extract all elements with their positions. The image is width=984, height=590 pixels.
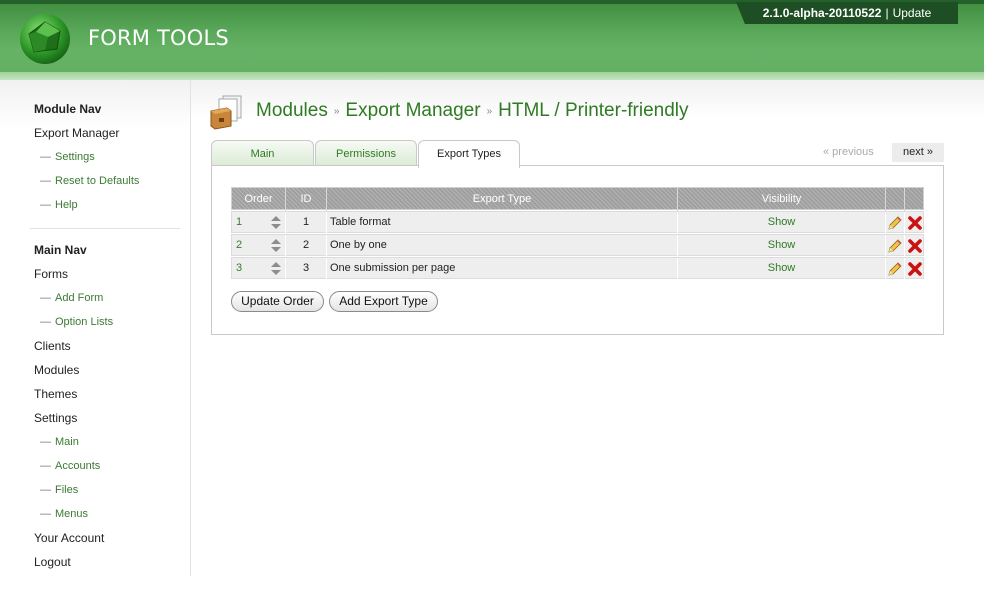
nav-menus[interactable]: — Menus: [40, 508, 88, 520]
row-id: 2: [286, 235, 327, 256]
breadcrumb-separator: »: [486, 106, 493, 117]
update-link[interactable]: Update: [893, 6, 932, 20]
table-row: 3 3 One submission per page Show: [231, 257, 924, 279]
table-row: 2 2 One by one Show: [231, 234, 924, 256]
update-order-button[interactable]: Update Order: [231, 291, 324, 312]
table-header: Order ID Export Type Visibility: [231, 187, 925, 211]
gem-logo-icon: [20, 14, 70, 64]
version-separator: |: [885, 6, 889, 20]
sort-arrows-icon[interactable]: [271, 216, 281, 229]
row-edit-cell: [886, 235, 905, 256]
header-id: ID: [286, 188, 327, 211]
row-order-cell: 3: [232, 258, 286, 279]
tab-main[interactable]: Main: [211, 140, 314, 166]
nav-files-label: Files: [55, 484, 79, 496]
logo-text: FORM TOOLS: [88, 26, 229, 50]
row-id: 1: [286, 212, 327, 233]
table-row: 1 1 Table format Show: [231, 211, 924, 233]
version-box: 2.1.0-alpha-20110522 | Update: [736, 2, 958, 24]
row-delete-cell: [905, 212, 925, 233]
breadcrumb-export-manager[interactable]: Export Manager: [345, 100, 480, 121]
row-edit-cell: [886, 258, 905, 279]
nav-reset-label: Reset to Defaults: [55, 175, 140, 187]
nav-settings[interactable]: — Settings: [40, 151, 95, 163]
tab-permissions[interactable]: Permissions: [315, 140, 417, 166]
row-visibility: Show: [678, 235, 886, 256]
header-delete: [905, 188, 925, 211]
nav-settings-label: Settings: [55, 151, 95, 163]
module-nav-heading: Module Nav: [34, 102, 102, 116]
nav-help[interactable]: — Help: [40, 199, 78, 211]
row-order-cell: 1: [232, 212, 286, 233]
pencil-edit-icon[interactable]: [887, 215, 903, 231]
red-x-delete-icon[interactable]: [907, 215, 923, 231]
row-id: 3: [286, 258, 327, 279]
pencil-edit-icon[interactable]: [887, 238, 903, 254]
nav-option-lists[interactable]: — Option Lists: [40, 316, 113, 328]
nav-files[interactable]: — Files: [40, 484, 78, 496]
nav-logout[interactable]: Logout: [34, 555, 71, 569]
sort-arrows-icon[interactable]: [271, 262, 281, 275]
header-bottom-band: [0, 72, 984, 80]
page-title: HTML / Printer-friendly: [498, 100, 689, 121]
row-export-type: One submission per page: [327, 258, 678, 279]
module-box-icon: [210, 95, 242, 130]
row-delete-cell: [905, 235, 925, 256]
row-order: 3: [236, 262, 243, 274]
row-delete-cell: [905, 258, 925, 279]
tab-export-types[interactable]: Export Types: [418, 140, 520, 168]
nav-modules[interactable]: Modules: [34, 363, 79, 377]
breadcrumb-separator: »: [333, 106, 340, 117]
nav-help-label: Help: [55, 199, 78, 211]
nav-accounts-label: Accounts: [55, 460, 101, 472]
row-edit-cell: [886, 212, 905, 233]
row-visibility: Show: [678, 258, 886, 279]
row-export-type: Table format: [327, 212, 678, 233]
row-order-cell: 2: [232, 235, 286, 256]
nav-menus-label: Menus: [55, 508, 89, 520]
row-visibility: Show: [678, 212, 886, 233]
main-nav-heading: Main Nav: [34, 243, 87, 257]
nav-settings-main[interactable]: Settings: [34, 411, 77, 425]
nav-settings-main-sub[interactable]: — Main: [40, 436, 79, 448]
pencil-edit-icon[interactable]: [887, 261, 903, 277]
nav-your-account[interactable]: Your Account: [34, 531, 104, 545]
nav-export-manager[interactable]: Export Manager: [34, 126, 119, 140]
row-order: 2: [236, 239, 243, 251]
header-edit: [886, 188, 905, 211]
pager-previous: « previous: [823, 146, 874, 158]
pager-next-button[interactable]: next »: [892, 143, 944, 162]
nav-divider: [30, 228, 180, 229]
sidebar: [0, 80, 191, 576]
nav-add-form-label: Add Form: [55, 292, 104, 304]
nav-main-label: Main: [55, 436, 79, 448]
header-visibility: Visibility: [678, 188, 886, 211]
header-order: Order: [232, 188, 286, 211]
breadcrumb-modules[interactable]: Modules: [256, 100, 328, 121]
header: FORM TOOLS 2.1.0-alpha-20110522 | Update: [0, 0, 984, 72]
breadcrumb: Modules » Export Manager » HTML / Printer-fr…: [256, 100, 689, 122]
nav-add-form[interactable]: — Add Form: [40, 292, 103, 304]
header-export-type: Export Type: [327, 188, 678, 211]
row-export-type: One by one: [327, 235, 678, 256]
add-export-type-button[interactable]: Add Export Type: [329, 291, 438, 312]
nav-forms[interactable]: Forms: [34, 267, 68, 281]
row-order: 1: [236, 216, 243, 228]
nav-option-lists-label: Option Lists: [55, 316, 114, 328]
red-x-delete-icon[interactable]: [907, 261, 923, 277]
red-x-delete-icon[interactable]: [907, 238, 923, 254]
nav-clients[interactable]: Clients: [34, 339, 71, 353]
nav-accounts[interactable]: — Accounts: [40, 460, 100, 472]
sort-arrows-icon[interactable]: [271, 239, 281, 252]
nav-reset-to-defaults[interactable]: — Reset to Defaults: [40, 175, 139, 187]
nav-themes[interactable]: Themes: [34, 387, 77, 401]
version-number: 2.1.0-alpha-20110522: [762, 6, 882, 20]
